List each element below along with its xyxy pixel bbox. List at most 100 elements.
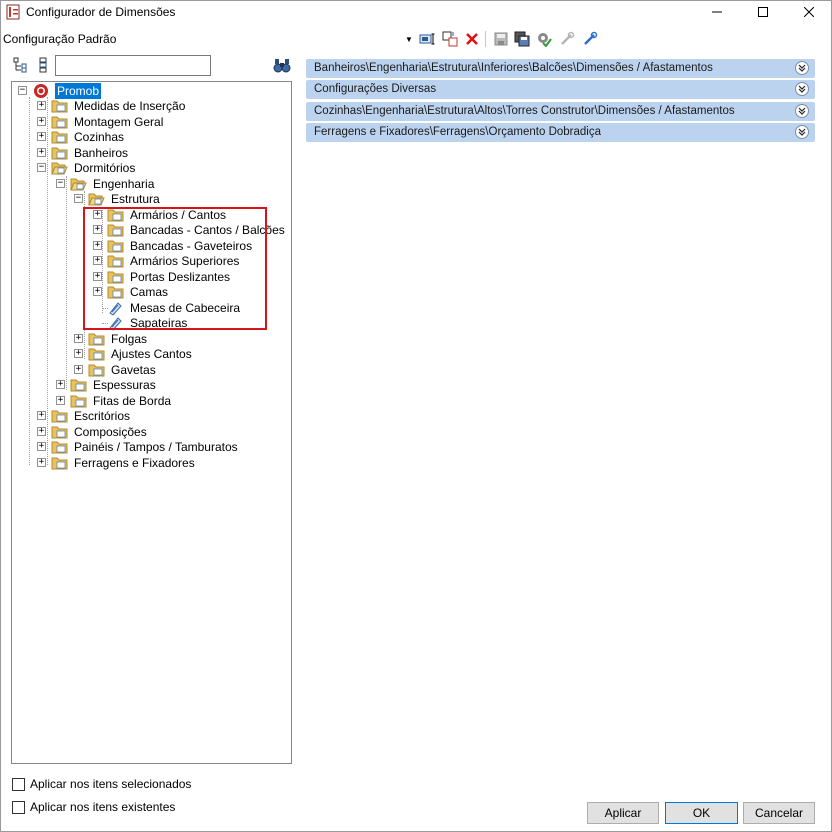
configuration-selector[interactable]: Configuração Padrão	[3, 32, 116, 46]
tree-node-label[interactable]: Painéis / Tampos / Tamburatos	[74, 439, 238, 455]
ok-button[interactable]: OK	[665, 802, 738, 824]
section-header[interactable]: Cozinhas\Engenharia\Estrutura\Altos\Torr…	[306, 102, 815, 121]
tree-node[interactable]: + Banheiros	[37, 145, 237, 161]
expand-toggle[interactable]: +	[56, 396, 65, 405]
tree-node-label[interactable]: Banheiros	[74, 145, 128, 161]
toolbar-separator	[485, 31, 486, 47]
folder-icon	[88, 348, 105, 361]
folder-open-icon	[70, 178, 87, 191]
collapse-toggle[interactable]: −	[56, 179, 65, 188]
double-chevron-down-icon[interactable]	[795, 125, 809, 139]
collapse-toggle[interactable]: −	[18, 86, 27, 95]
tree-node[interactable]: + Escritórios	[37, 408, 277, 424]
section-header[interactable]: Banheiros\Engenharia\Estrutura\Inferiore…	[306, 59, 815, 78]
promob-logo-icon	[34, 84, 48, 98]
apply-selected-option[interactable]: Aplicar nos itens selecionados	[12, 776, 191, 792]
double-chevron-down-icon[interactable]	[795, 61, 809, 75]
tree-node-label[interactable]: Medidas de Inserção	[74, 98, 185, 114]
settings-check-button[interactable]	[534, 29, 554, 49]
expand-toggle[interactable]: +	[37, 458, 46, 467]
tree-view[interactable]: − Promob + Medidas de Inserção + Montage…	[11, 81, 292, 764]
collapse-toggle[interactable]: −	[37, 163, 46, 172]
collapse-tree-button[interactable]	[35, 56, 51, 74]
section-header[interactable]: Configurações Diversas	[306, 80, 815, 99]
close-button[interactable]	[786, 0, 832, 24]
expand-toggle[interactable]: +	[74, 334, 83, 343]
rename-button[interactable]	[418, 29, 438, 49]
expand-toggle[interactable]: +	[37, 132, 46, 141]
expand-toggle[interactable]: +	[37, 427, 46, 436]
tree-node[interactable]: + Espessuras	[56, 377, 256, 393]
tree-node-label[interactable]: Cozinhas	[74, 129, 124, 145]
tree-node[interactable]: + Ferragens e Fixadores	[37, 455, 277, 471]
binoculars-icon[interactable]	[273, 57, 291, 73]
tree-node[interactable]: + Folgas	[74, 331, 274, 347]
double-chevron-down-icon[interactable]	[795, 104, 809, 118]
tree-node-label[interactable]: Composições	[74, 424, 147, 440]
tree-node[interactable]: + Composições	[37, 424, 277, 440]
tree-node[interactable]: − Estrutura	[74, 191, 274, 207]
section-header[interactable]: Ferragens e Fixadores\Ferragens\Orçament…	[306, 123, 815, 142]
maximize-icon	[758, 7, 768, 17]
highlight-annotation	[83, 207, 267, 330]
tree-node[interactable]: + Cozinhas	[37, 129, 237, 145]
tree-node[interactable]: + Painéis / Tampos / Tamburatos	[37, 439, 277, 455]
folder-icon	[70, 395, 87, 408]
tool-button[interactable]	[580, 29, 600, 49]
tree-node-label[interactable]: Engenharia	[93, 176, 154, 192]
tree-node-label[interactable]: Montagem Geral	[74, 114, 163, 130]
tree-node-root[interactable]: − Promob	[18, 83, 118, 99]
tree-node[interactable]: + Montagem Geral	[37, 114, 237, 130]
expand-toggle[interactable]: +	[74, 365, 83, 374]
tree-node[interactable]: + Medidas de Inserção	[37, 98, 237, 114]
folder-icon	[51, 457, 68, 470]
delete-button[interactable]	[462, 29, 482, 49]
maximize-button[interactable]	[740, 0, 786, 24]
folder-icon	[51, 441, 68, 454]
expand-toggle[interactable]: +	[37, 101, 46, 110]
new-item-icon	[442, 31, 458, 47]
apply-existing-label: Aplicar nos itens existentes	[30, 800, 176, 814]
collapse-toggle[interactable]: −	[74, 194, 83, 203]
chevron-down-icon[interactable]: ▼	[403, 31, 415, 47]
folder-open-icon	[88, 193, 105, 206]
expand-toggle[interactable]: +	[37, 148, 46, 157]
section-title: Configurações Diversas	[314, 83, 437, 95]
expand-tree-button[interactable]	[12, 56, 28, 74]
apply-existing-checkbox[interactable]	[12, 800, 25, 814]
save-all-button[interactable]	[512, 29, 532, 49]
tree-node-label[interactable]: Fitas de Borda	[93, 393, 171, 409]
tree-node-label[interactable]: Gavetas	[111, 362, 156, 378]
folder-icon	[88, 364, 105, 377]
tree-node-label[interactable]: Folgas	[111, 331, 147, 347]
expand-toggle[interactable]: +	[37, 117, 46, 126]
expand-toggle[interactable]: +	[37, 442, 46, 451]
wrench-button[interactable]	[557, 29, 577, 49]
tree-node[interactable]: + Ajustes Cantos	[74, 346, 274, 362]
folder-icon	[51, 131, 68, 144]
save-button[interactable]	[491, 29, 511, 49]
tree-node-label[interactable]: Estrutura	[111, 191, 160, 207]
tree-node[interactable]: − Engenharia	[56, 176, 256, 192]
tree-node[interactable]: + Gavetas	[74, 362, 274, 378]
search-input[interactable]	[55, 55, 211, 76]
tree-node-label[interactable]: Ajustes Cantos	[111, 346, 192, 362]
apply-button[interactable]: Aplicar	[587, 802, 659, 824]
tree-node[interactable]: − Dormitórios	[37, 160, 237, 176]
expand-toggle[interactable]: +	[37, 411, 46, 420]
apply-selected-checkbox[interactable]	[12, 777, 25, 791]
expand-toggle[interactable]: +	[56, 380, 65, 389]
tree-node[interactable]: + Fitas de Borda	[56, 393, 256, 409]
minimize-button[interactable]	[694, 0, 740, 24]
expand-toggle[interactable]: +	[74, 349, 83, 358]
tree-node-label[interactable]: Ferragens e Fixadores	[74, 455, 195, 471]
tree-node-label[interactable]: Espessuras	[93, 377, 156, 393]
new-item-button[interactable]	[441, 29, 461, 49]
double-chevron-down-icon[interactable]	[795, 82, 809, 96]
apply-existing-option[interactable]: Aplicar nos itens existentes	[12, 799, 175, 815]
tree-node-label[interactable]: Promob	[55, 83, 102, 99]
tree-node-label[interactable]: Dormitórios	[74, 160, 135, 176]
tree-node-label[interactable]: Escritórios	[74, 408, 130, 424]
close-icon	[804, 7, 814, 17]
cancel-button[interactable]: Cancelar	[743, 802, 815, 824]
